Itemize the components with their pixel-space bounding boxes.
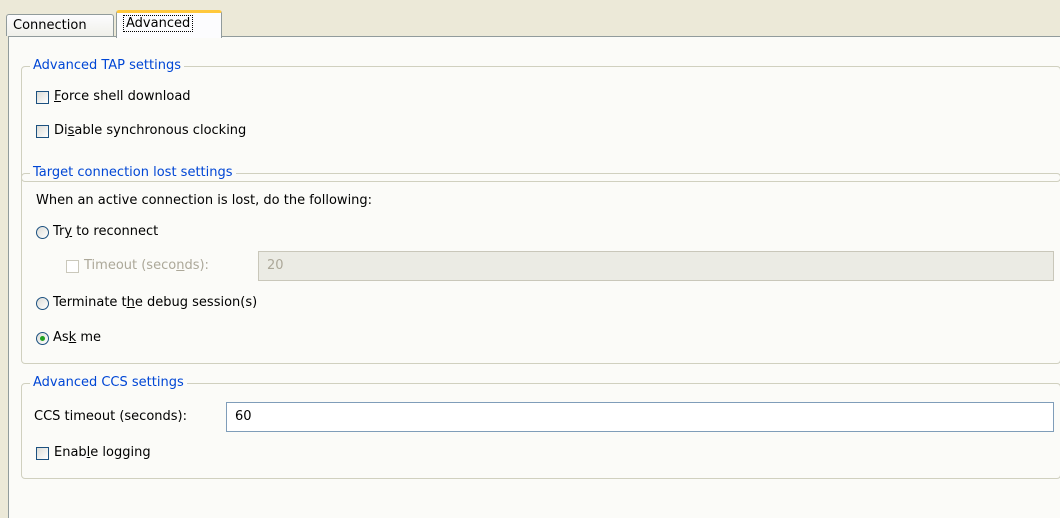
tab-panel-advanced: Advanced TAP settings Force shell downlo… [8, 36, 1060, 518]
reconnect-timeout-input[interactable]: 20 [258, 251, 1054, 281]
disable-synchronous-clocking-label: Disable synchronous clocking [54, 123, 247, 138]
reconnect-timeout-option[interactable]: Timeout (seconds): [66, 256, 209, 276]
enable-logging-checkbox[interactable] [36, 446, 49, 460]
target-connection-lost-group: Target connection lost settings When an … [21, 165, 1060, 364]
enable-logging-option[interactable]: Enable logging [36, 443, 151, 463]
advanced-ccs-settings-legend: Advanced CCS settings [30, 375, 187, 391]
disable-synchronous-clocking-option[interactable]: Disable synchronous clocking [36, 121, 246, 141]
ccs-timeout-input[interactable]: 60 [226, 402, 1054, 432]
disable-synchronous-clocking-checkbox[interactable] [36, 124, 49, 138]
tab-advanced[interactable]: Advanced [116, 10, 222, 38]
tab-connection[interactable]: Connection [6, 14, 114, 36]
tab-advanced-label: Advanced [123, 15, 194, 32]
terminate-debug-session-option[interactable]: Terminate the debug session(s) [36, 293, 257, 313]
try-to-reconnect-label: Try to reconnect [53, 224, 159, 239]
force-shell-download-option[interactable]: Force shell download [36, 87, 191, 107]
terminate-debug-session-radio[interactable] [36, 296, 49, 310]
ask-me-radio[interactable] [36, 331, 49, 345]
tab-strip: Connection Advanced [4, 8, 1060, 38]
advanced-ccs-settings-group: Advanced CCS settings CCS timeout (secon… [21, 375, 1060, 479]
force-shell-download-label: Force shell download [54, 89, 191, 104]
ccs-timeout-label: CCS timeout (seconds): [34, 409, 187, 424]
advanced-tap-settings-legend: Advanced TAP settings [30, 58, 184, 74]
force-shell-download-checkbox[interactable] [36, 90, 49, 104]
reconnect-timeout-label: Timeout (seconds): [84, 258, 209, 273]
terminate-debug-session-label: Terminate the debug session(s) [53, 295, 258, 310]
reconnect-timeout-checkbox[interactable] [66, 259, 79, 273]
ask-me-option[interactable]: Ask me [36, 328, 101, 348]
connection-lost-description: When an active connection is lost, do th… [36, 193, 373, 208]
enable-logging-label: Enable logging [54, 445, 151, 460]
target-connection-lost-legend: Target connection lost settings [30, 165, 236, 181]
try-to-reconnect-option[interactable]: Try to reconnect [36, 222, 158, 242]
tab-connection-label: Connection [13, 18, 87, 33]
try-to-reconnect-radio[interactable] [36, 225, 49, 239]
advanced-settings-dialog: Connection Advanced Advanced TAP setting… [0, 0, 1060, 518]
ask-me-label: Ask me [53, 330, 101, 345]
